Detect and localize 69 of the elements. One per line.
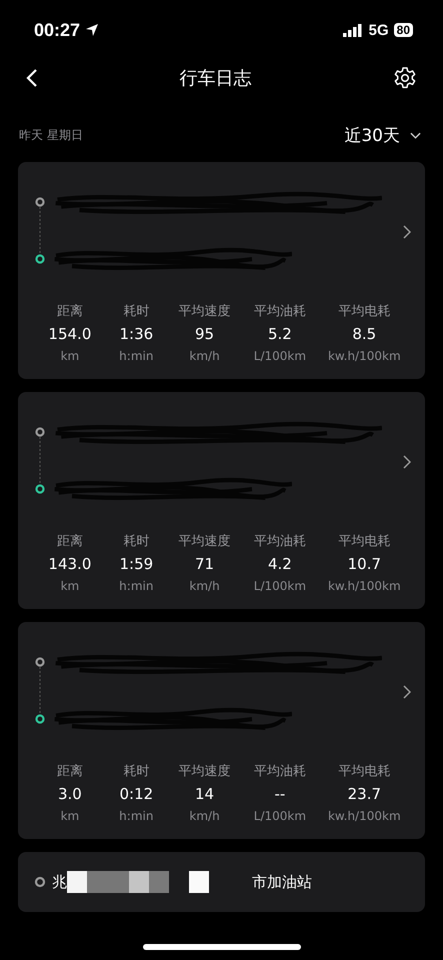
stat-label: 平均速度 [178,303,231,320]
stat-label: 平均电耗 [338,533,390,550]
stat-label: 平均油耗 [254,533,306,550]
stat-label: 平均油耗 [254,303,306,320]
stat-unit: km/h [189,809,220,823]
page-title: 行车日志 [180,67,252,90]
chevron-right-icon [403,455,411,469]
stat-label: 平均电耗 [338,763,390,780]
stat-label: 平均速度 [178,533,231,550]
stat-value: 10.7 [348,555,382,573]
stat-unit: L/100km [254,349,306,363]
stat-value: 4.2 [268,555,292,573]
stat-label: 耗时 [123,303,150,320]
stat-unit: L/100km [254,809,306,823]
stat-unit: km [60,349,80,363]
stat-value: 23.7 [348,785,382,803]
stat-value: 3.0 [58,785,82,803]
stat-unit: L/100km [254,579,306,593]
stat-value: 154.0 [48,325,92,343]
address-text: 市加油站 [252,872,312,892]
caret-icon [410,132,421,140]
start-point-icon [34,876,46,888]
stat-unit: h:min [119,349,154,363]
date-label: 昨天 星期日 [19,127,83,144]
trip-card[interactable]: 距离 154.0 km 耗时 1:36 h:min 平均速度 95 km/h 平均油耗 5.2 L/100km 平均电耗 8.5 kw.h/100km [18,162,425,379]
trip-card[interactable]: 兆 市加油站 [18,852,425,912]
stat-unit: h:min [119,579,154,593]
trip-card[interactable]: 距离 143.0 km 耗时 1:59 h:min 平均速度 71 km/h 平均油耗 4.2 L/100km 平均电耗 10.7 kw.h/100km [18,392,425,609]
route-line-drawing [34,656,46,726]
stat-value: 71 [194,555,214,573]
battery-level: 80 [394,23,413,37]
stat-value: 14 [194,785,214,803]
stat-label: 距离 [56,303,83,320]
stat-value: 5.2 [268,325,292,343]
stat-unit: km/h [189,349,220,363]
stat-unit: kw.h/100km [328,809,401,823]
stat-label: 距离 [56,533,83,550]
route-line-drawing [34,426,46,496]
location-arrow-icon [85,23,100,37]
stat-label: 平均速度 [178,763,231,780]
stat-unit: km/h [189,579,220,593]
chevron-right-icon [403,685,411,699]
stat-value: 95 [194,325,214,343]
stat-value: 1:59 [119,555,154,573]
stat-value: 0:12 [119,785,154,803]
network-label: 5G [368,22,389,38]
stat-label: 耗时 [123,533,150,550]
status-time: 00:27 [34,20,80,40]
stat-label: 距离 [56,763,83,780]
stat-unit: km [60,579,80,593]
range-dropdown[interactable]: 近30天 [344,124,421,147]
settings-icon[interactable] [393,66,417,90]
signal-icon [342,24,363,36]
stat-label: 平均油耗 [254,763,306,780]
stat-value: 8.5 [352,325,376,343]
trip-card[interactable]: 距离 3.0 km 耗时 0:12 h:min 平均速度 14 km/h 平均油耗 -- L/100km 平均电耗 23.7 kw.h/100km [18,622,425,839]
stat-unit: h:min [119,809,154,823]
stat-label: 平均电耗 [338,303,390,320]
stat-value: 1:36 [119,325,154,343]
route-line-drawing [34,196,46,266]
stat-unit: kw.h/100km [328,579,401,593]
stat-unit: km [60,809,80,823]
stat-value: 143.0 [48,555,92,573]
chevron-right-icon [403,225,411,239]
stat-value: -- [274,785,286,803]
back-icon[interactable] [26,68,38,88]
stat-unit: kw.h/100km [328,349,401,363]
address-text: 兆 [52,872,67,892]
stat-label: 耗时 [123,763,150,780]
